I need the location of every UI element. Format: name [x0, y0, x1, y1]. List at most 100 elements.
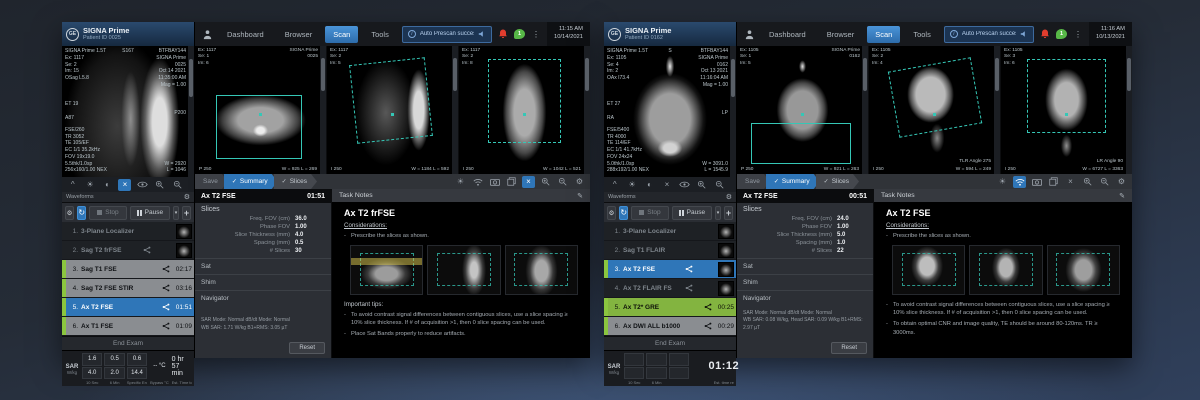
viewport-coronal[interactable]: Ex: 1117 Se: 2 Im: 8 I 250 W = 1042 L = …	[459, 46, 590, 174]
param-freq-fov[interactable]: Freq. FOV (cm) 36.0	[201, 216, 325, 222]
tab-tools[interactable]: Tools	[905, 26, 939, 43]
settings-button[interactable]: ⚙	[65, 206, 74, 220]
task-row-6[interactable]: 6. Ax DWI ALL b1000 00:29	[604, 317, 736, 335]
reference-image-viewport[interactable]: SIGNA Prime 1.5T Ex: 1117 Se: 2 Im: 15 O…	[62, 46, 194, 192]
gear-icon[interactable]: ⚙	[726, 193, 732, 201]
pause-button[interactable]: Pause	[130, 206, 170, 220]
task-row-5[interactable]: 5. Ax T2 FSE 01:51	[62, 298, 194, 316]
tab-scan[interactable]: Scan	[325, 26, 358, 43]
task-row-4[interactable]: 4. Ax T2 FLAIR FS	[604, 279, 736, 297]
tab-browser[interactable]: Browser	[277, 26, 321, 43]
zoom-out-icon[interactable]	[713, 179, 726, 191]
section-shim[interactable]: Shim	[737, 274, 873, 290]
param-num-slices[interactable]: # Slices 30	[201, 248, 325, 254]
tab-browser[interactable]: Browser	[819, 26, 863, 43]
tab-scan[interactable]: Scan	[867, 26, 900, 43]
tab-dashboard[interactable]: Dashboard	[219, 26, 272, 43]
param-num-slices[interactable]: # Slices 22	[743, 248, 867, 254]
wifi-icon[interactable]	[471, 176, 484, 188]
zoom-in-icon[interactable]	[539, 176, 552, 188]
overflow-menu-icon[interactable]: ⋮	[530, 30, 542, 39]
collapse-icon[interactable]: ^	[66, 179, 79, 191]
refresh-button[interactable]: ↻	[619, 206, 628, 220]
eye-icon[interactable]	[678, 179, 691, 191]
zoom-out-icon[interactable]	[171, 179, 184, 191]
waveforms-bar[interactable]: Waveforms ⚙	[604, 192, 736, 203]
reset-button[interactable]: Reset	[831, 342, 867, 354]
image-scrollbar[interactable]	[730, 46, 736, 192]
section-navigator[interactable]: Navigator	[195, 290, 331, 315]
speaker-icon[interactable]	[478, 30, 486, 38]
eye-icon[interactable]	[136, 179, 149, 191]
layers-icon[interactable]	[1047, 176, 1060, 188]
prescription-roi[interactable]	[1027, 59, 1106, 133]
viewport-axial[interactable]: Ex: 1105 Se: 1 Im: 5 SIGNA Prime 0162 P …	[737, 46, 868, 174]
gear-icon[interactable]: ⚙	[1115, 176, 1128, 188]
add-task-button[interactable]: +	[724, 206, 733, 220]
prescription-roi[interactable]	[488, 59, 561, 143]
task-row-1[interactable]: 1. 3-Plane Localizer	[62, 222, 194, 240]
viewport-scrollbar[interactable]	[994, 46, 1000, 174]
section-sat[interactable]: Sat	[737, 258, 873, 274]
step-summary[interactable]: ✓Summary	[224, 174, 278, 189]
param-spacing[interactable]: Spacing (mm) 1.0	[743, 240, 867, 246]
wifi-icon[interactable]	[1013, 176, 1026, 188]
prescription-roi[interactable]	[887, 57, 981, 137]
pause-dropdown-icon[interactable]: ▾	[715, 206, 721, 220]
task-row-6[interactable]: 6. Ax T1 FSE 01:09	[62, 317, 194, 335]
prescription-roi[interactable]	[751, 123, 851, 164]
scrollbar-handle[interactable]	[189, 59, 193, 97]
layers-icon[interactable]	[505, 176, 518, 188]
reference-image-viewport[interactable]: SIGNA Prime 1.5T Ex: 1105 Se: 4 Im: 2 OA…	[604, 46, 736, 192]
task-row-2[interactable]: 2. Sag T1 FLAIR	[604, 241, 736, 259]
step-save[interactable]: Save	[195, 174, 228, 189]
viewport-scrollbar[interactable]	[584, 46, 590, 174]
viewport-scrollbar[interactable]	[862, 46, 868, 174]
waveforms-bar[interactable]: Waveforms ⚙	[62, 192, 194, 203]
viewport-coronal[interactable]: Ex: 1105 Se: 3 Im: 6 I 250 W = 6727 L = …	[1001, 46, 1132, 174]
pause-button[interactable]: Pause	[672, 206, 712, 220]
gear-icon[interactable]: ⚙	[573, 176, 586, 188]
step-summary[interactable]: ✓Summary	[766, 174, 820, 189]
task-row-1[interactable]: 1. 3-Plane Localizer	[604, 222, 736, 240]
param-spacing[interactable]: Spacing (mm) 0.5	[201, 240, 325, 246]
section-navigator[interactable]: Navigator	[737, 290, 873, 308]
gear-icon[interactable]: ⚙	[184, 193, 190, 201]
close-icon[interactable]: ×	[660, 179, 673, 191]
param-phase-fov[interactable]: Phase FOV 1.00	[743, 224, 867, 230]
task-row-3[interactable]: 3. Ax T2 FSE	[604, 260, 736, 278]
param-phase-fov[interactable]: Phase FOV 1.00	[201, 224, 325, 230]
task-row-4[interactable]: 4. Sag T2 FSE STIR 03:16	[62, 279, 194, 297]
param-freq-fov[interactable]: Freq. FOV (cm) 24.0	[743, 216, 867, 222]
add-task-button[interactable]: +	[182, 206, 191, 220]
prescan-message-banner[interactable]: i Auto Prescan successful. R1=8 TG=186 A…	[402, 26, 492, 43]
image-scrollbar[interactable]	[188, 46, 194, 192]
zoom-in-icon[interactable]	[153, 179, 166, 191]
light-icon[interactable]: ☀	[454, 176, 467, 188]
task-row-5[interactable]: 5. Ax T2* GRE 00:25	[604, 298, 736, 316]
collapse-icon[interactable]: ^	[608, 179, 621, 191]
prescan-message-banner[interactable]: i Auto Prescan successful. R1=11 TG=142 …	[944, 26, 1034, 43]
viewport-scrollbar[interactable]	[452, 46, 458, 174]
step-save[interactable]: Save	[737, 174, 770, 189]
scrollbar-handle[interactable]	[731, 59, 735, 97]
pause-dropdown-icon[interactable]: ▾	[173, 206, 179, 220]
prescription-roi[interactable]	[349, 58, 433, 145]
brightness-icon[interactable]: ☀	[84, 179, 97, 191]
stop-button[interactable]: Stop	[631, 206, 668, 220]
tab-dashboard[interactable]: Dashboard	[761, 26, 814, 43]
section-sat[interactable]: Sat	[195, 258, 331, 274]
viewport-sagittal[interactable]: Ex: 1117 Se: 2 Im: 5 I 250 W = 1184 L = …	[327, 46, 458, 174]
brightness-icon[interactable]: ☀	[626, 179, 639, 191]
alert-bell-icon[interactable]	[497, 28, 509, 40]
camera-icon[interactable]	[488, 176, 501, 188]
close-icon[interactable]: ×	[1064, 176, 1077, 188]
zoom-in-icon[interactable]	[1081, 176, 1094, 188]
zoom-in-icon[interactable]	[695, 179, 708, 191]
alert-bell-icon[interactable]	[1039, 28, 1051, 40]
viewport-axial[interactable]: Ex: 1117 Se: 1 Im: 6 SIGNA Prime 0025 P …	[195, 46, 326, 174]
close-icon[interactable]: ×	[522, 176, 535, 188]
edit-icon[interactable]: ✎	[1119, 192, 1125, 200]
step-slices[interactable]: ✓Slices	[816, 174, 859, 189]
end-exam-button[interactable]: End Exam	[604, 336, 736, 350]
